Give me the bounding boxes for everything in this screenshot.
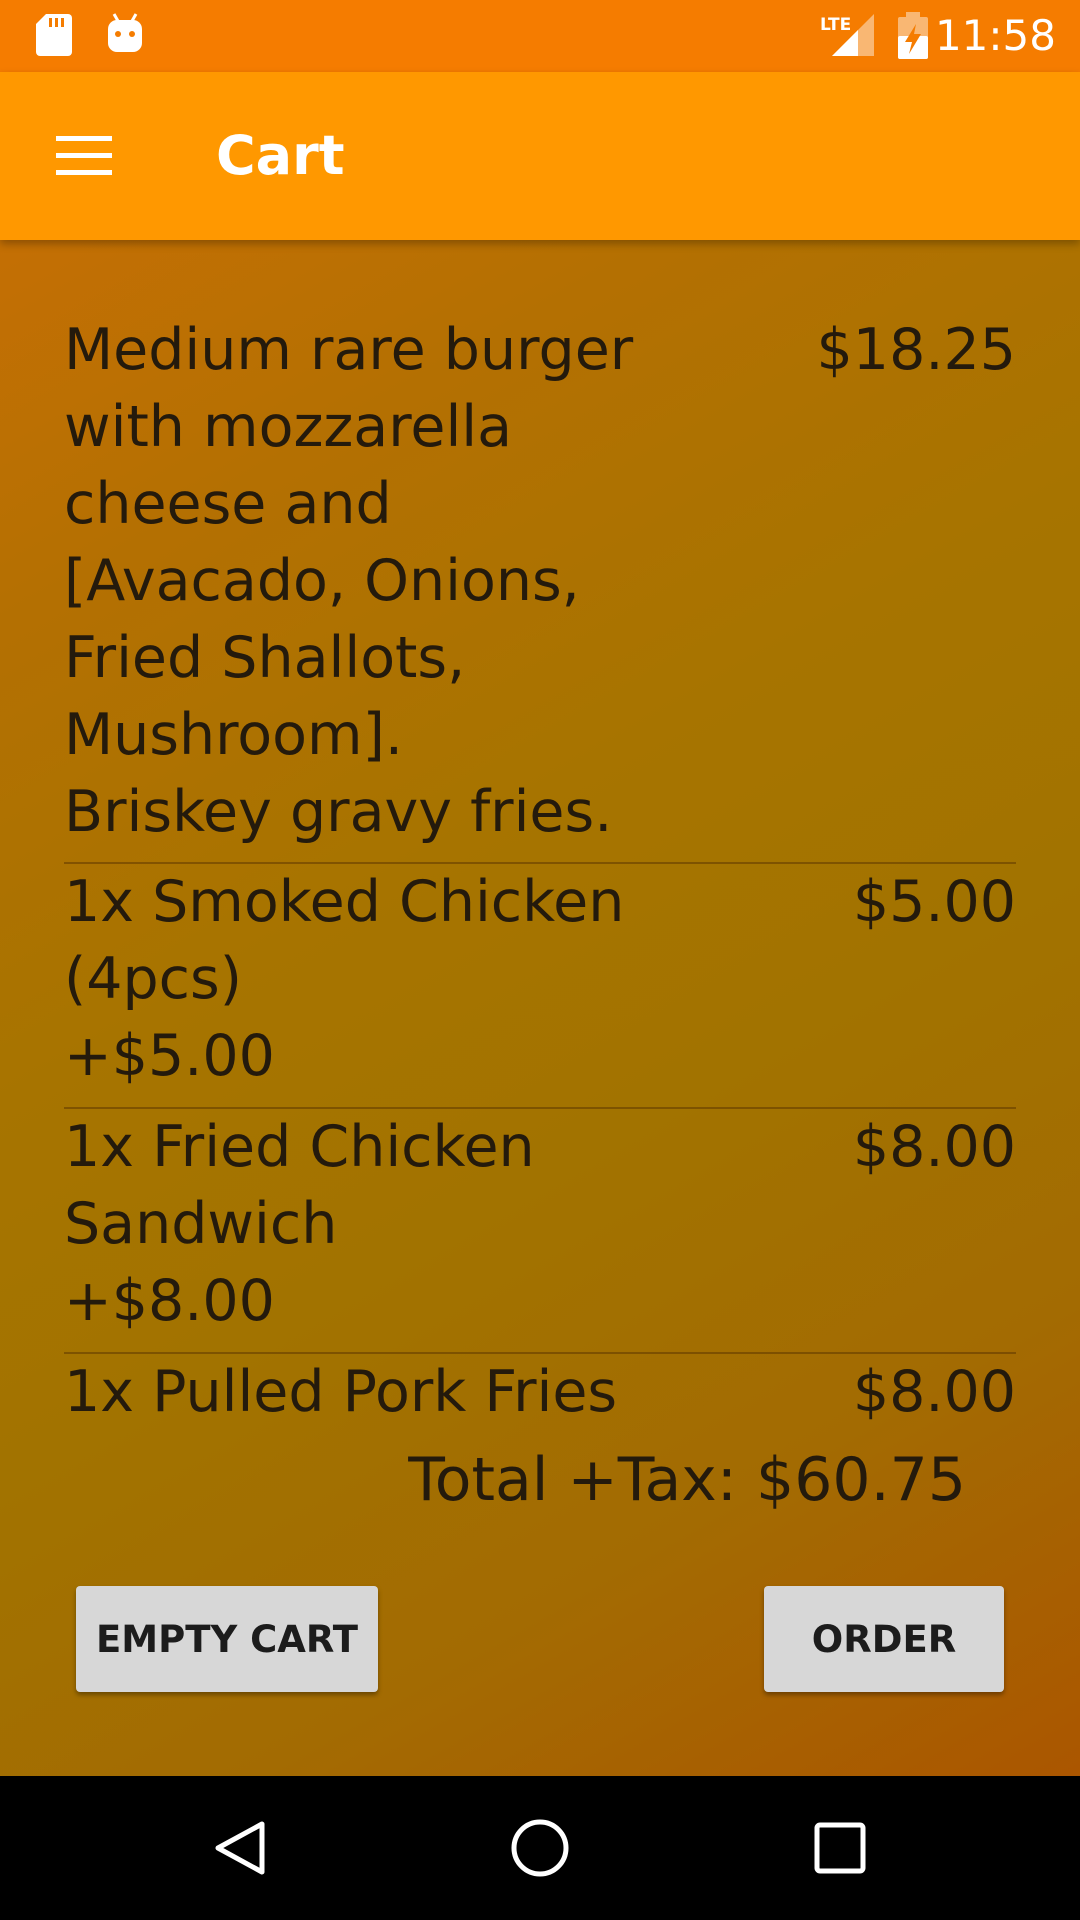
navigation-bar [0, 1776, 1080, 1920]
home-icon[interactable] [450, 1776, 630, 1920]
cart-item[interactable]: Medium rare burger with mozzarella chees… [64, 312, 1016, 864]
cart-item-description: Medium rare burger with mozzarella chees… [64, 317, 634, 845]
sd-card-icon [36, 14, 72, 60]
cart-item-price: $18.25 [816, 317, 1016, 383]
cart-item-description: 1x Smoked Chicken (4pcs) +$5.00 [64, 869, 625, 1089]
recents-icon[interactable] [750, 1776, 930, 1920]
cart-item[interactable]: 1x Pulled Pork Fries $8.00 [64, 1354, 1016, 1434]
hamburger-menu-icon[interactable] [56, 136, 112, 176]
cart-item-description: 1x Pulled Pork Fries [64, 1359, 618, 1425]
empty-cart-button[interactable]: EMPTY CART [76, 1586, 378, 1692]
cart-item-price: $8.00 [852, 1359, 1016, 1425]
battery-charging-icon [896, 12, 930, 64]
cart-item[interactable]: 1x Smoked Chicken (4pcs) +$5.00 $5.00 [64, 864, 1016, 1109]
cart-item-list: Medium rare burger with mozzarella chees… [64, 312, 1016, 1434]
status-time: 11:58 [934, 11, 1056, 60]
page-title: Cart [216, 124, 345, 187]
cart-content: Medium rare burger with mozzarella chees… [0, 240, 1080, 1776]
cart-item-price: $5.00 [852, 869, 1016, 935]
cart-item-price: $8.00 [852, 1114, 1016, 1180]
order-button[interactable]: ORDER [764, 1586, 1004, 1692]
cart-total: Total +Tax: $60.75 [408, 1445, 966, 1515]
cart-item[interactable]: 1x Fried Chicken Sandwich +$8.00 $8.00 [64, 1109, 1016, 1354]
cart-screen: LTE 11:58 Cart Medium rare burger with m… [0, 0, 1080, 1920]
back-icon[interactable] [150, 1776, 330, 1920]
cart-item-description: 1x Fried Chicken Sandwich +$8.00 [64, 1114, 535, 1334]
lte-signal-icon: LTE [818, 12, 876, 62]
android-icon [106, 12, 144, 58]
network-label: LTE [820, 15, 851, 35]
app-bar: Cart [0, 72, 1080, 240]
status-bar: LTE 11:58 [0, 0, 1080, 72]
